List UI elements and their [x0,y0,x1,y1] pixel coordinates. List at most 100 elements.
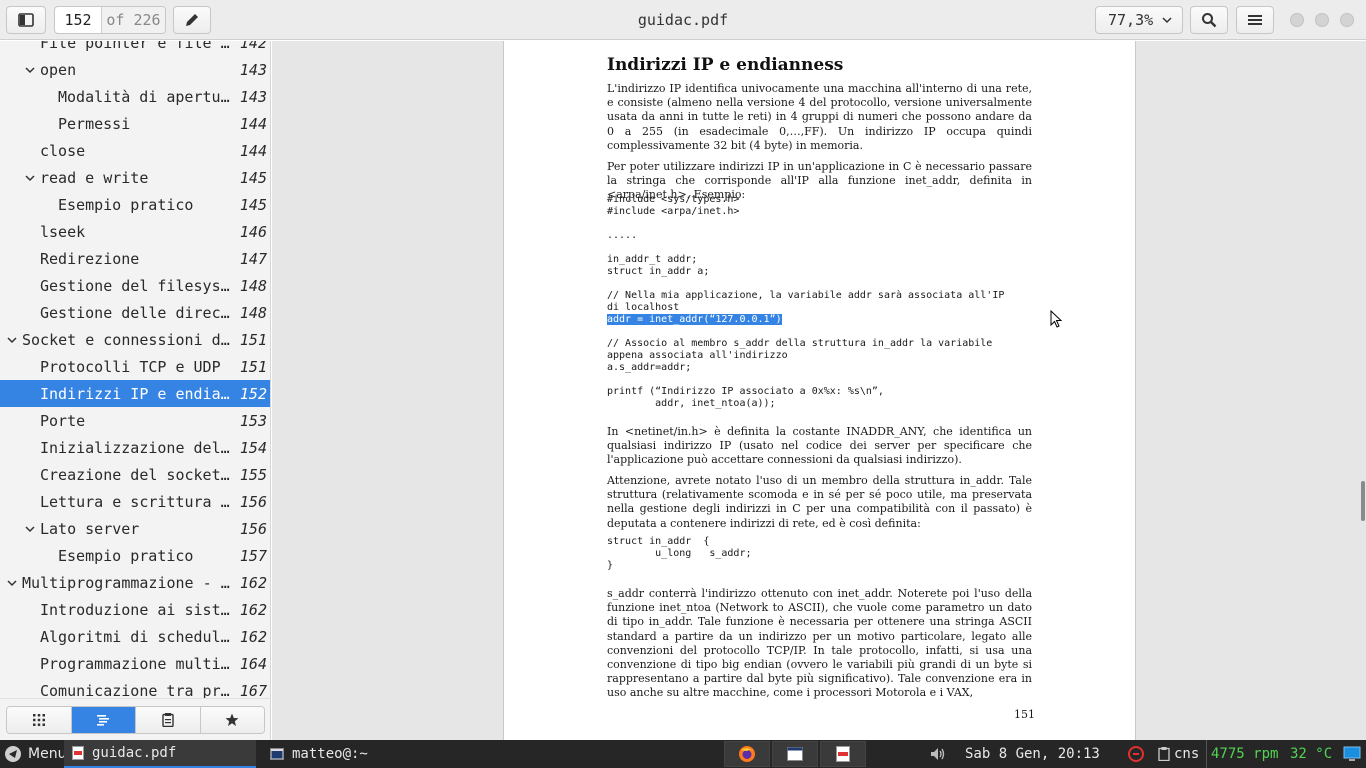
sidebar-toggle-button[interactable] [6,6,46,34]
star-icon [225,713,239,726]
toc-item-page: 164 [239,654,267,673]
toc-item-page: 145 [239,195,267,214]
minimize-window-button[interactable] [1290,13,1304,27]
notification-indicator[interactable] [1128,740,1144,768]
document-viewer[interactable]: Indirizzi IP e endianness L'indirizzo IP… [272,41,1366,740]
code-block-1: #include <sys/types.h> #include <arpa/in… [607,194,1005,313]
clock[interactable]: Sab 8 Gen, 20:13 [965,740,1100,768]
maximize-window-button[interactable] [1315,13,1329,27]
toc-item[interactable]: Esempio pratico 145 [0,191,270,218]
toc-item-page: 148 [239,303,267,322]
toc-item[interactable]: read e write 145 [0,164,270,191]
sidebar-view-tabs [6,706,265,734]
toc-item-label: Indirizzi IP e endianne… [40,384,232,403]
clipboard-icon [1158,747,1170,761]
alert-icon [1128,746,1144,762]
toc-item-label: Lettura e scrittura di … [40,492,232,511]
toc-item-page: 156 [239,492,267,511]
page-number-input[interactable] [55,7,102,33]
show-desktop-button[interactable] [1342,740,1362,768]
toc-item-label: Socket e connessioni di r… [22,330,232,349]
toc-item-label: Comunicazione tra proce… [40,681,232,699]
toc-item[interactable]: Lato server 156 [0,515,270,542]
toc-item[interactable]: open 143 [0,56,270,83]
code-block-3: struct in_addr { u_long s_addr; } [607,536,752,571]
temperature-monitor: 32 °C [1290,746,1333,762]
chevron-down-icon[interactable] [24,172,36,184]
toc-item[interactable]: Indirizzi IP e endianne… 152 [0,380,270,407]
outline-sidebar: File pointer e file des…142open143Modali… [0,41,271,698]
toc-item-label: lseek [40,222,86,241]
launcher-files[interactable] [772,741,818,767]
document-viewer-icon [836,746,850,762]
toc-item[interactable]: Inizializzazione dell'i… 154 [0,434,270,461]
chevron-down-icon[interactable] [6,334,18,346]
tab-thumbnails[interactable] [7,707,72,733]
toc-item-page: 148 [239,276,267,295]
toc-item[interactable]: Porte 153 [0,407,270,434]
tab-bookmarks[interactable] [200,707,264,733]
toc-item[interactable]: lseek 146 [0,218,270,245]
start-menu-button[interactable]: Menu [4,740,66,768]
zoom-dropdown[interactable]: 77,3% [1095,6,1183,34]
toc-item[interactable]: Lettura e scrittura di … 156 [0,488,270,515]
tab-outline[interactable] [71,707,136,733]
toc-item[interactable]: Modalità di apertura 143 [0,83,270,110]
taskbar-window-terminal[interactable]: matteo@:~ [262,740,454,768]
toc-item-label: Introduzione ai sistemi… [40,600,232,619]
toc-item-label: Creazione del socket e … [40,465,232,484]
toc-item[interactable]: Introduzione ai sistemi… 162 [0,596,270,623]
toc-item[interactable]: Gestione delle directory 148 [0,299,270,326]
chevron-down-icon[interactable] [6,577,18,589]
mouse-cursor-icon [1050,310,1062,328]
toc-item[interactable]: Creazione del socket e … 155 [0,461,270,488]
toc-item-label: Permessi [58,114,131,133]
toc-item[interactable]: Socket e connessioni di r… 151 [0,326,270,353]
close-window-button[interactable] [1340,13,1354,27]
main-menu-button[interactable] [1236,6,1274,34]
launcher-firefox[interactable] [724,741,770,767]
toc-item[interactable]: Algoritmi di scheduling 162 [0,623,270,650]
toc-item[interactable]: Protocolli TCP e UDP 151 [0,353,270,380]
pdf-file-icon [72,746,84,760]
tab-annotations[interactable] [136,707,201,733]
toc-item[interactable]: Gestione del filesystem… 148 [0,272,270,299]
fan-speed-monitor: 4775 rpm [1206,740,1278,768]
paragraph-4: Attenzione, avrete notato l'uso di un me… [607,474,1032,530]
paragraph-1: L'indirizzo IP identifica univocamente u… [607,82,1032,152]
sidebar-icon [18,13,34,27]
toc-item[interactable]: Redirezione 147 [0,245,270,272]
toc-item-label: Lato server [40,519,140,538]
toc-item[interactable]: close 144 [0,137,270,164]
search-button[interactable] [1190,6,1228,34]
notes-icon [162,713,174,727]
toc-item-label: read e write [40,168,149,187]
keyboard-layout-indicator[interactable]: cns [1158,740,1199,768]
toc-item-page: 143 [239,60,267,79]
toc-item-label: Algoritmi di scheduling [40,627,232,646]
launcher-document-viewer[interactable] [820,741,866,767]
toc-item-page: 155 [239,465,267,484]
toc-item-label: File pointer e file des… [40,41,232,52]
taskbar-window-pdf[interactable]: guidac.pdf [64,740,256,768]
toc-item-page: 156 [239,519,267,538]
page-footer-number: 151 [1014,708,1035,721]
scrollbar-thumb[interactable] [1361,481,1365,521]
chevron-down-icon[interactable] [24,523,36,535]
toc-item-page: 144 [239,114,267,133]
volume-indicator[interactable] [930,740,946,768]
toc-item[interactable]: Programmazione multipro… 164 [0,650,270,677]
annotate-button[interactable] [173,6,211,34]
toc-item[interactable]: File pointer e file des… 142 [0,41,270,56]
toc-item[interactable]: Comunicazione tra proce… 167 [0,677,270,699]
outline-list-icon [97,715,110,726]
toc-item-label: Programmazione multipro… [40,654,232,673]
chevron-down-icon[interactable] [24,64,36,76]
toc-item-label: Gestione del filesystem… [40,276,232,295]
toc-item[interactable]: Permessi 144 [0,110,270,137]
code-block-2: // Associo al membro s_addr della strutt… [607,338,993,409]
toc-item[interactable]: Multiprogrammazione - pro… 162 [0,569,270,596]
toc-item-page: 143 [239,87,267,106]
toc-item[interactable]: Esempio pratico 157 [0,542,270,569]
toc-item-label: Gestione delle directory [40,303,232,322]
